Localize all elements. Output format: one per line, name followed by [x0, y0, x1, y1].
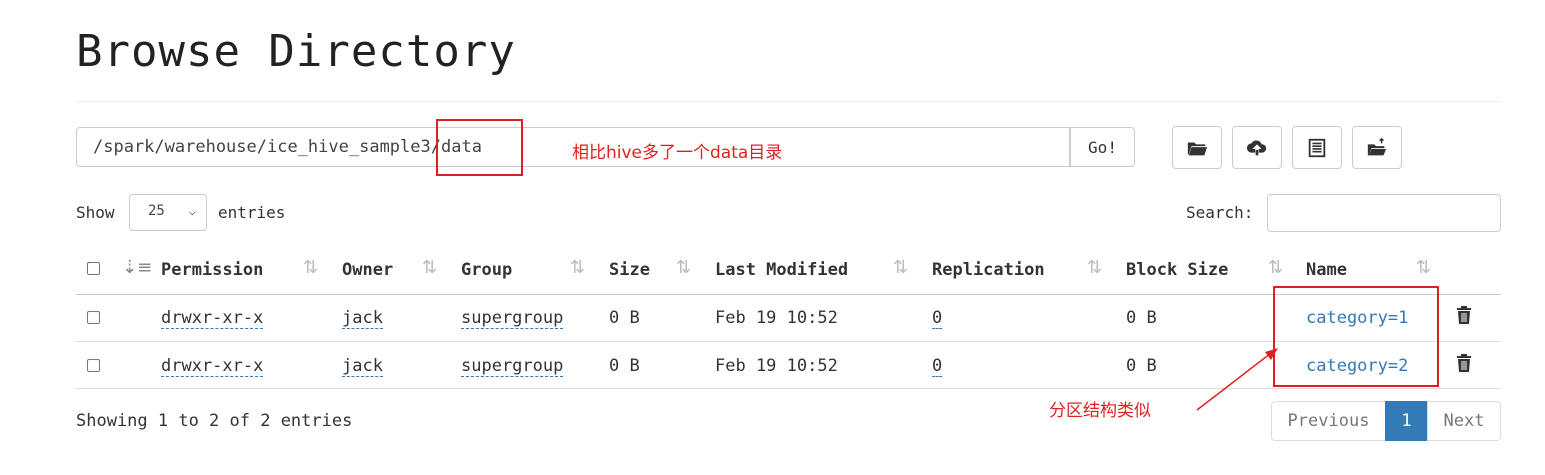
upload-cloud-icon — [1246, 140, 1267, 155]
list-button[interactable] — [1292, 126, 1342, 169]
cut-paste-button[interactable] — [1352, 126, 1402, 169]
header-block-size[interactable]: Block Size — [1126, 260, 1228, 280]
create-directory-button[interactable] — [1172, 126, 1222, 169]
sort-icon[interactable]: ⇅ — [676, 257, 691, 278]
group-cell[interactable]: supergroup — [461, 308, 564, 329]
trash-icon[interactable] — [1456, 305, 1472, 325]
group-cell[interactable]: supergroup — [461, 356, 564, 377]
sort-icon[interactable]: ⇅ — [570, 257, 585, 278]
permission-cell[interactable]: drwxr-xr-x — [161, 356, 264, 377]
entries-label: entries — [218, 203, 286, 222]
header-name[interactable]: Name — [1306, 260, 1347, 280]
replication-cell[interactable]: 0 — [932, 356, 943, 377]
permission-cell[interactable]: drwxr-xr-x — [161, 308, 264, 329]
folder-open-icon — [1187, 142, 1208, 155]
entries-info: Showing 1 to 2 of 2 entries — [76, 411, 353, 431]
next-button[interactable]: Next — [1427, 401, 1501, 441]
name-highlight-box — [1273, 286, 1439, 387]
trash-icon[interactable] — [1456, 353, 1472, 373]
sort-icon[interactable]: ⇅ — [422, 257, 437, 278]
upload-button[interactable] — [1232, 126, 1282, 169]
path-highlight-box — [436, 119, 523, 176]
sort-icon[interactable]: ⇅ — [893, 257, 908, 278]
sort-icon[interactable]: ⇅ — [1268, 257, 1283, 278]
path-annotation: 相比hive多了一个data目录 — [572, 143, 783, 163]
search-label: Search: — [1186, 203, 1254, 222]
owner-cell[interactable]: jack — [342, 308, 383, 329]
header-group[interactable]: Group — [461, 260, 512, 280]
search-input[interactable] — [1267, 194, 1501, 232]
header-last-modified[interactable]: Last Modified — [715, 260, 848, 280]
header-permission[interactable]: Permission — [161, 260, 263, 280]
size-cell: 0 B — [609, 308, 640, 328]
row-checkbox[interactable] — [87, 359, 100, 372]
sort-icon[interactable]: ⇅ — [1087, 257, 1102, 278]
sort-icon[interactable]: ⇅ — [1416, 257, 1431, 278]
entries-value: 25 — [148, 203, 165, 219]
move-folder-icon — [1367, 137, 1387, 155]
size-cell: 0 B — [609, 356, 640, 376]
select-all-checkbox[interactable] — [87, 262, 100, 275]
list-icon — [1308, 138, 1326, 157]
replication-cell[interactable]: 0 — [932, 308, 943, 329]
header-owner[interactable]: Owner — [342, 260, 393, 280]
go-button[interactable]: Go! — [1070, 127, 1135, 167]
header-size[interactable]: Size — [609, 260, 650, 280]
previous-button[interactable]: Previous — [1271, 401, 1386, 441]
chevron-down-icon: ⌵ — [188, 204, 196, 218]
sort-icon[interactable]: ⇅ — [303, 257, 318, 278]
page-title: Browse Directory — [76, 26, 516, 77]
block-size-cell: 0 B — [1126, 356, 1157, 376]
block-size-cell: 0 B — [1126, 308, 1157, 328]
header-replication[interactable]: Replication — [932, 260, 1045, 280]
show-label: Show — [76, 203, 115, 222]
divider — [76, 101, 1501, 102]
row-checkbox[interactable] — [87, 311, 100, 324]
owner-cell[interactable]: jack — [342, 356, 383, 377]
sort-asc-icon[interactable]: ⇣≡ — [122, 257, 152, 278]
partition-annotation: 分区结构类似 — [1049, 401, 1151, 421]
page-1-button[interactable]: 1 — [1385, 401, 1428, 441]
entries-select[interactable]: 25 ⌵ — [129, 194, 207, 231]
modified-cell: Feb 19 10:52 — [715, 308, 838, 328]
modified-cell: Feb 19 10:52 — [715, 356, 838, 376]
